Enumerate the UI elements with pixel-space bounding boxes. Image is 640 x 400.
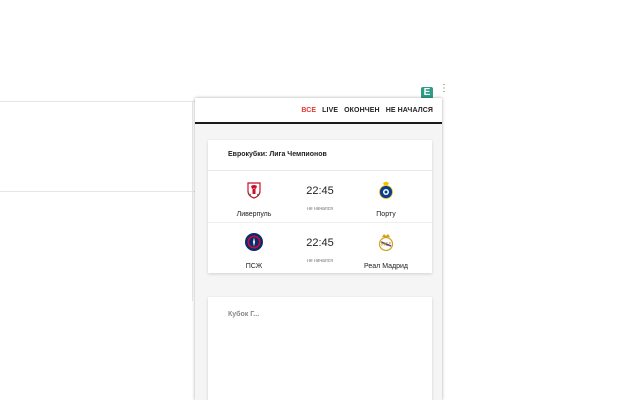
psg-crest-icon xyxy=(245,233,263,251)
away-team[interactable]: Порту xyxy=(356,180,416,218)
home-team-name: ПСЖ xyxy=(245,263,263,270)
filter-tabs: ВСЕ LIVE ОКОНЧЕН НЕ НАЧАЛСЯ xyxy=(301,107,433,114)
filter-bar: ВСЕ LIVE ОКОНЧЕН НЕ НАЧАЛСЯ xyxy=(195,98,442,124)
background-line xyxy=(0,191,195,192)
extension-popup: ВСЕ LIVE ОКОНЧЕН НЕ НАЧАЛСЯ Еврокубки: Л… xyxy=(195,98,442,400)
home-team[interactable]: Ливерпуль xyxy=(224,180,284,218)
match-time: 22:45 xyxy=(306,185,334,197)
background-line xyxy=(0,101,195,102)
away-team-name: Порту xyxy=(376,211,396,218)
filter-not-started[interactable]: НЕ НАЧАЛСЯ xyxy=(386,107,433,114)
match-row[interactable]: ПСЖ 22:45 не начался MCF Реал Мадрид xyxy=(208,223,432,274)
match-row[interactable]: Ливерпуль 22:45 не начался Порту xyxy=(208,171,432,223)
real-madrid-crest-icon: MCF xyxy=(378,234,394,252)
filter-finished[interactable]: ОКОНЧЕН xyxy=(344,107,380,114)
tournament-header: Кубок Г... xyxy=(208,297,432,327)
tournament-header: Еврокубки: Лига Чемпионов xyxy=(208,140,432,171)
home-team[interactable]: ПСЖ xyxy=(224,232,284,270)
away-team-name: Реал Мадрид xyxy=(364,263,408,270)
background-line xyxy=(192,101,193,301)
home-team-name: Ливерпуль xyxy=(236,211,272,218)
svg-text:MCF: MCF xyxy=(381,242,392,248)
liverpool-crest-icon xyxy=(247,182,261,199)
match-time: 22:45 xyxy=(306,237,334,249)
filter-live[interactable]: LIVE xyxy=(322,107,338,114)
tournament-title: Кубок Г... xyxy=(228,311,260,318)
match-status: не начался xyxy=(307,258,333,264)
tournament-card: Еврокубки: Лига Чемпионов Ливерпуль 22:4… xyxy=(208,140,432,273)
away-team[interactable]: MCF Реал Мадрид xyxy=(356,232,416,270)
porto-crest-icon xyxy=(379,181,393,199)
tournament-card: Кубок Г... xyxy=(208,297,432,400)
tournament-title: Еврокубки: Лига Чемпионов xyxy=(228,151,327,158)
match-status: не начался xyxy=(307,206,333,212)
filter-all[interactable]: ВСЕ xyxy=(301,107,316,114)
